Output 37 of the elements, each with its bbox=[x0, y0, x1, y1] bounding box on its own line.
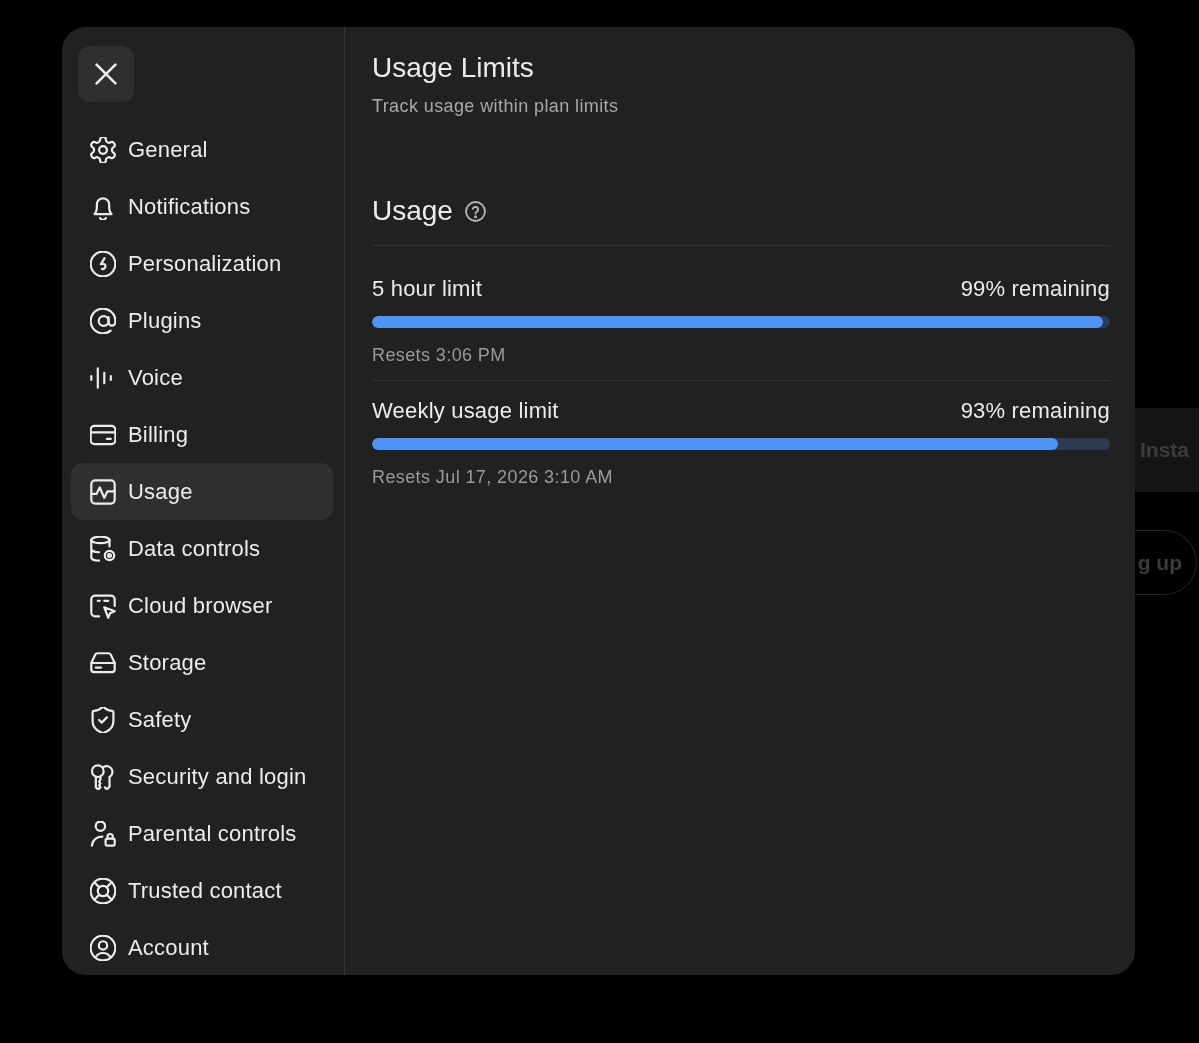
remaining-text: 93% remaining bbox=[960, 396, 1110, 425]
nav-item[interactable]: Billing bbox=[71, 406, 333, 463]
nav-item[interactable]: Safety bbox=[71, 691, 333, 748]
nav-item[interactable]: Storage bbox=[71, 634, 333, 691]
limit-label: Weekly usage limit bbox=[372, 396, 559, 425]
keys-icon bbox=[90, 763, 116, 790]
lifebuoy-icon bbox=[90, 877, 116, 904]
window-cursor-icon bbox=[90, 592, 116, 619]
activity-chart-icon bbox=[90, 478, 116, 505]
reset-time: Resets Jul 17, 2026 3:10 AM bbox=[372, 466, 613, 489]
help-icon[interactable] bbox=[464, 200, 486, 222]
remaining-text: 99% remaining bbox=[960, 274, 1110, 303]
limit-label: 5 hour limit bbox=[372, 274, 482, 303]
at-sign-icon bbox=[90, 307, 116, 334]
nav-item[interactable]: Account bbox=[71, 919, 333, 975]
close-icon bbox=[95, 63, 117, 85]
nav-item[interactable]: General bbox=[71, 121, 333, 178]
shield-check-icon bbox=[90, 706, 116, 733]
page-title: Usage Limits bbox=[372, 52, 534, 84]
nav-item[interactable]: Voice bbox=[71, 349, 333, 406]
page-subtitle: Track usage within plan limits bbox=[372, 95, 619, 118]
gear-icon bbox=[90, 136, 116, 163]
database-gear-icon bbox=[90, 535, 116, 562]
drive-icon bbox=[90, 649, 116, 676]
section-title: Usage bbox=[372, 194, 453, 228]
nav-item[interactable]: Data controls bbox=[71, 520, 333, 577]
nav-item[interactable]: Plugins bbox=[71, 292, 333, 349]
nav-item[interactable]: Security and login bbox=[71, 748, 333, 805]
nav-item[interactable]: Trusted contact bbox=[71, 862, 333, 919]
nav-item[interactable]: Cloud browser bbox=[71, 577, 333, 634]
nav-item[interactable]: Usage bbox=[71, 463, 333, 520]
nav-item[interactable]: Parental controls bbox=[71, 805, 333, 862]
reset-time: Resets 3:06 PM bbox=[372, 344, 506, 367]
close-button[interactable] bbox=[78, 46, 134, 102]
person-lock-icon bbox=[90, 820, 116, 847]
nav-item[interactable]: Notifications bbox=[71, 178, 333, 235]
nav-item[interactable]: Personalization bbox=[71, 235, 333, 292]
